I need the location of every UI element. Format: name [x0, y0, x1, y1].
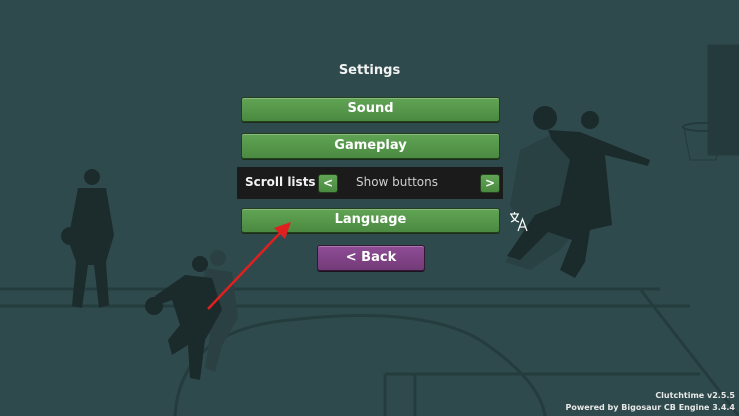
scroll-lists-label: Scroll lists [245, 175, 316, 189]
scroll-lists-next-button[interactable]: > [480, 174, 500, 193]
engine-text: Powered by Bigosaur CB Engine 3.4.4 [565, 403, 736, 412]
page-title: Settings [338, 63, 401, 78]
scroll-lists-prev-button[interactable]: < [318, 174, 338, 193]
sound-button[interactable]: Sound [241, 97, 500, 122]
version-text: Clutchtime v2.5.5 [655, 391, 735, 400]
player-silhouette-standing [61, 169, 114, 308]
translate-icon [508, 209, 530, 233]
back-button[interactable]: < Back [317, 245, 425, 271]
gameplay-button[interactable]: Gameplay [241, 133, 500, 159]
language-button[interactable]: Language [241, 208, 500, 233]
scroll-lists-setting: Scroll lists < Show buttons > [237, 167, 503, 199]
scroll-lists-value: Show buttons [355, 175, 439, 189]
player-silhouette-dribbling [145, 250, 238, 380]
court-lines [0, 287, 739, 416]
player-silhouette-jumping [505, 106, 650, 278]
